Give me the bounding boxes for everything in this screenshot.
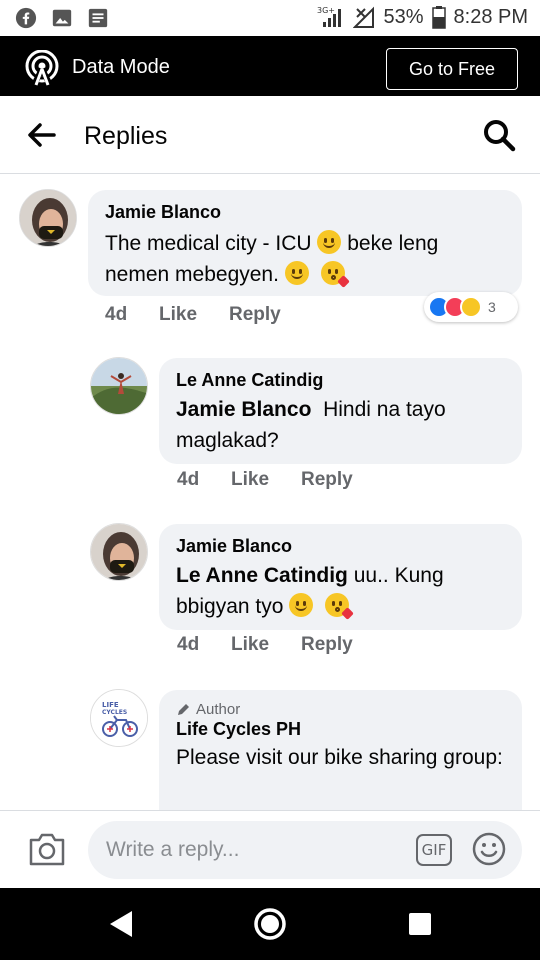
search-icon[interactable] (482, 118, 516, 152)
sad-reaction-icon (460, 296, 482, 318)
nav-home-icon[interactable] (253, 907, 287, 941)
comment-bubble[interactable]: Jamie Blanco The medical city - ICU beke… (88, 190, 522, 296)
svg-text:CYCLES: CYCLES (102, 709, 127, 716)
like-button[interactable]: Like (231, 469, 301, 491)
reply-input[interactable]: Write a reply... GIF (88, 821, 522, 879)
smiling-face-emoji (289, 593, 314, 617)
comment-bubble[interactable]: Le Anne Catindig Jamie Blanco Hindi na t… (159, 358, 522, 464)
data-mode-label: Data Mode (72, 56, 170, 78)
image-notification-icon (52, 9, 72, 27)
commenter-name[interactable]: Jamie Blanco (176, 536, 506, 557)
comment-actions: 4d Like Reply (177, 634, 353, 656)
author-badge: Author (176, 701, 506, 718)
signal-icon: 3G+ (317, 6, 342, 27)
comment-text: Le Anne Catindig uu.. Kung bbigyan tyo (176, 564, 444, 620)
battery-icon (431, 6, 446, 29)
data-mode-bar: Data Mode Go to Free (0, 36, 540, 96)
comment-text: Jamie Blanco Hindi na tayo maglakad? (176, 398, 446, 452)
reply-placeholder: Write a reply... (106, 838, 240, 861)
avatar[interactable] (90, 523, 148, 581)
avatar[interactable] (19, 189, 77, 247)
commenter-name[interactable]: Life Cycles PH (176, 719, 506, 740)
mention-tag[interactable]: Le Anne Catindig (176, 564, 348, 587)
comment-actions: 4d Like Reply (105, 304, 281, 326)
comment-bubble[interactable]: Author Life Cycles PH Please visit our b… (159, 690, 522, 830)
no-signal-icon (353, 6, 375, 28)
comment-bubble[interactable]: Jamie Blanco Le Anne Catindig uu.. Kung … (159, 524, 522, 630)
reactions-summary[interactable]: 3 (424, 292, 518, 322)
reply-button[interactable]: Reply (301, 634, 353, 656)
pencil-icon (178, 703, 189, 715)
document-notification-icon (88, 8, 108, 28)
clock: 8:28 PM (453, 5, 528, 28)
smiling-face-emoji (284, 261, 309, 285)
page-avatar[interactable]: LIFE CYCLES (90, 689, 148, 747)
comment-time: 4d (105, 304, 128, 325)
reply-button[interactable]: Reply (301, 469, 353, 491)
commenter-name[interactable]: Le Anne Catindig (176, 370, 506, 391)
nav-recents-icon[interactable] (403, 907, 437, 941)
system-nav-bar (0, 888, 540, 960)
camera-icon[interactable] (28, 831, 66, 867)
svg-text:3G+: 3G+ (317, 6, 335, 15)
kissing-heart-emoji (320, 261, 350, 288)
svg-text:LIFE: LIFE (102, 701, 119, 709)
gif-button[interactable]: GIF (416, 834, 452, 866)
reply-button[interactable]: Reply (229, 304, 281, 326)
reply-composer: Write a reply... GIF (0, 810, 540, 888)
comment-time: 4d (177, 634, 200, 655)
smiling-face-emoji (317, 230, 342, 254)
reaction-count: 3 (488, 299, 496, 315)
page-title: Replies (84, 122, 168, 150)
broadcast-icon (25, 50, 59, 86)
battery-percent: 53% (383, 5, 424, 28)
go-to-free-button[interactable]: Go to Free (386, 48, 518, 90)
nav-back-icon[interactable] (104, 907, 138, 941)
like-button[interactable]: Like (159, 304, 229, 326)
comment-text: The medical city - ICU beke leng nemen m… (105, 230, 439, 288)
kissing-heart-emoji (325, 593, 354, 620)
status-bar: 3G+ 53% 8:28 PM (0, 0, 540, 36)
comment-time: 4d (177, 469, 200, 490)
like-button[interactable]: Like (231, 634, 301, 656)
avatar[interactable] (90, 357, 148, 415)
comment-actions: 4d Like Reply (177, 469, 353, 491)
replies-header: Replies (0, 96, 540, 174)
emoji-picker-icon[interactable] (472, 832, 506, 866)
facebook-notification-icon (15, 7, 37, 29)
commenter-name[interactable]: Jamie Blanco (105, 202, 506, 223)
back-arrow-icon[interactable] (26, 120, 56, 150)
mention-tag[interactable]: Jamie Blanco (176, 398, 311, 421)
comment-text: Please visit our bike sharing group: (176, 746, 503, 769)
